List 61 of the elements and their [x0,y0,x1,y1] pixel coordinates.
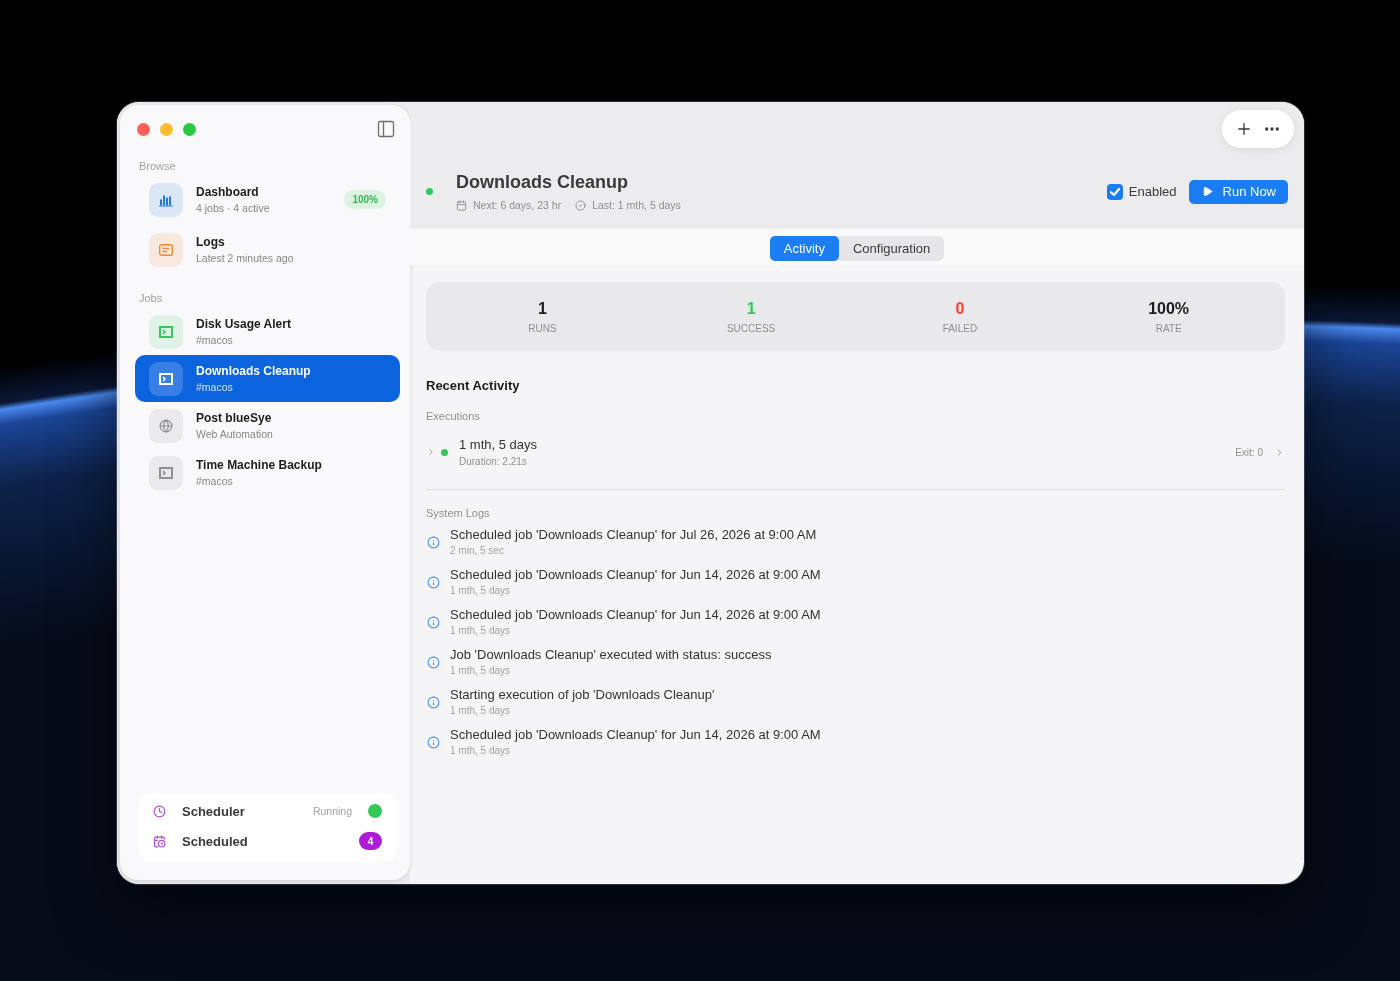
run-now-button[interactable]: Run Now [1188,179,1288,204]
section-label: System Logs [426,507,491,519]
clock-icon [153,804,166,818]
check-circle-icon [575,199,587,211]
status-label: Scheduler [182,803,245,819]
stat-label: RUNS [528,322,557,334]
enabled-checkbox[interactable] [1106,183,1123,200]
section-heading: Recent Activity [426,378,521,393]
sidebar-item[interactable]: Logs Latest 2 minutes ago [135,226,400,273]
status-label: Scheduled [182,833,248,849]
info-icon [427,655,440,669]
calendar-icon [153,834,166,848]
maximize-button[interactable] [183,122,196,136]
log-message: Starting execution of job 'Downloads Cleanup' [450,687,715,703]
log-time: 1 mth, 5 days [450,705,512,717]
stat-label: SUCCESS [726,322,776,334]
sidebar-item[interactable]: Post blueSye Web Automation [135,402,400,449]
log-message: Scheduled job 'Downloads Cleanup' for Jun 14, 2026 at 9:00 AM [450,607,821,623]
next-run-text: Next: 6 days, 23 hr [473,199,562,211]
log-message: Scheduled job 'Downloads Cleanup' for Jul 26, 2026 at 9:00 AM [450,527,817,543]
stat-value: 0 [955,299,965,318]
section-label: Browse [138,159,177,173]
log-time: 1 mth, 5 days [450,585,512,597]
calendar-icon [456,199,467,211]
info-icon [427,535,440,549]
sidebar-item[interactable]: Disk Usage Alert #macos [135,308,400,355]
info-icon [427,695,440,709]
terminal-icon [149,361,183,396]
close-button[interactable] [137,122,150,136]
sidebar-item[interactable]: Time Machine Backup #macos [135,449,400,496]
sidebar-item[interactable]: Dashboard 4 jobs · 4 active 100% [135,176,400,223]
play-icon [1201,186,1213,197]
execution-row[interactable]: 1 mth, 5 days Duration: 2.21s Exit: 0 [426,434,1285,470]
tab[interactable]: Configuration [838,236,945,261]
job-title: Downloads Cleanup [456,172,629,193]
percentage-badge: 100% [344,190,386,209]
log-message: Scheduled job 'Downloads Cleanup' for Jun 14, 2026 at 9:00 AM [450,567,821,583]
checkbox-label: Enabled [1128,184,1177,199]
log-message: Job 'Downloads Cleanup' executed with status: success [450,647,772,663]
stat-value: 100% [1148,299,1190,318]
sidebar-toggle-icon[interactable] [376,119,396,139]
count-badge: 4 [359,832,382,850]
log-time: 1 mth, 5 days [450,745,512,757]
info-icon [427,735,440,749]
stat-label: FAILED [942,322,978,334]
stat-value: 1 [537,299,547,318]
add-icon[interactable] [1235,120,1253,138]
info-icon [427,575,440,589]
info-icon [427,615,440,629]
stat-value: 1 [746,299,756,318]
status-text: Running [312,805,352,817]
stat-label: RATE [1155,322,1182,334]
last-run-text: Last: 1 mth, 5 days [592,199,681,211]
section-label: Executions [426,410,481,422]
sidebar-item[interactable]: Downloads Cleanup #macos [135,355,400,402]
log-time: 1 mth, 5 days [450,625,512,637]
tab[interactable]: Activity [769,236,839,261]
log-time: 2 min, 5 sec [450,545,505,557]
section-label: Jobs [138,291,164,305]
log-time: 1 mth, 5 days [450,665,512,677]
log-message: Scheduled job 'Downloads Cleanup' for Jun 14, 2026 at 9:00 AM [450,727,821,743]
